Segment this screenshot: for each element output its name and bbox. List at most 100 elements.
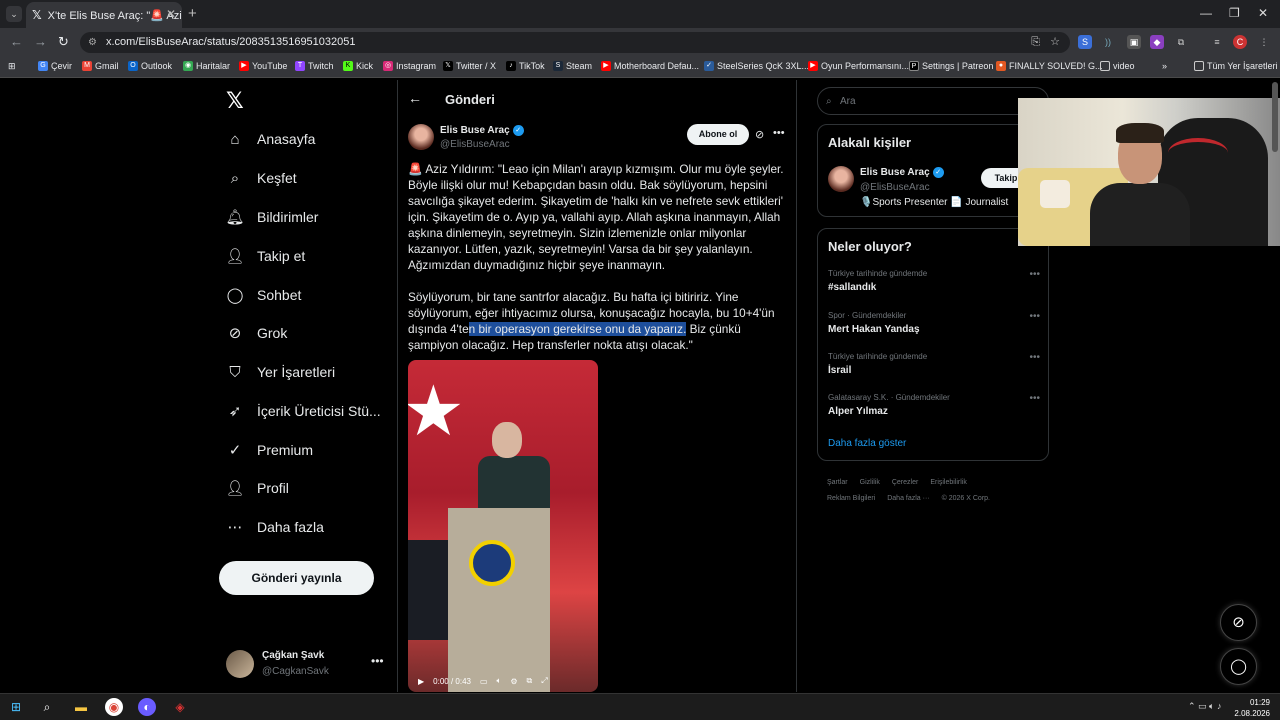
address-bar[interactable]: ⚙ x.com/ElisBuseArac/status/208351351695… xyxy=(80,32,1070,53)
nav-bookmarks[interactable]: ⛉ Yer İşaretleri xyxy=(226,361,335,383)
app-icon[interactable]: ◐ xyxy=(138,698,156,716)
nav-notifications[interactable]: 🔔︎ Bildirimler xyxy=(225,206,318,228)
bookmark-item[interactable]: ♪ TikTok xyxy=(506,61,545,71)
all-bookmarks-folder[interactable]: Tüm Yer İşaretleri xyxy=(1194,61,1278,71)
tab-search-icon[interactable]: ⌄ xyxy=(6,6,22,22)
media-icon[interactable]: ≡ xyxy=(1210,35,1224,49)
menu-icon[interactable]: ⋮ xyxy=(1257,35,1271,49)
trend-item[interactable]: Spor · Gündemdekiler Mert Hakan Yandaş ••• xyxy=(828,311,1040,335)
bookmark-star-icon[interactable]: ☆ xyxy=(1050,32,1060,53)
bookmark-item[interactable]: G Çevir xyxy=(38,61,72,71)
extension2-icon[interactable]: ◆ xyxy=(1150,35,1164,49)
nav-premium[interactable]: ✓ Premium xyxy=(226,439,313,461)
back-icon[interactable]: ← xyxy=(10,34,23,49)
install-icon[interactable]: ⎘ xyxy=(1031,32,1040,53)
back-arrow-icon[interactable]: ← xyxy=(408,90,422,106)
footer-link[interactable]: Şartlar xyxy=(827,479,848,486)
close-tab-icon[interactable]: ✕ xyxy=(166,7,176,21)
site-info-icon[interactable]: ⚙ xyxy=(88,32,97,53)
system-tray[interactable]: ⌃ ▭ 🔈︎ ♪ xyxy=(1188,701,1221,712)
nav-creator-studio[interactable]: ➶ İçerik Üreticisi Stü... xyxy=(226,400,381,422)
post-button[interactable]: Gönderi yayınla xyxy=(219,561,374,595)
more-icon[interactable]: ••• xyxy=(1029,393,1040,404)
forward-icon[interactable]: → xyxy=(34,34,47,49)
trend-item[interactable]: Türkiye tarihinde gündemde İsrail ••• xyxy=(828,352,1040,376)
new-tab-button[interactable]: + xyxy=(188,5,197,22)
bookmark-item[interactable]: ◉ Haritalar xyxy=(183,61,230,71)
browser-tab[interactable]: 𝕏 X'te Elis Buse Araç: "🚨 Aziz Yıld ✕ xyxy=(26,2,182,28)
scrollbar[interactable] xyxy=(1272,82,1278,152)
bookmark-folder[interactable]: video xyxy=(1100,61,1135,71)
footer-link[interactable]: Gizlilik xyxy=(860,479,880,486)
related-name[interactable]: Elis Buse Araç ✓ xyxy=(860,167,944,178)
nav-grok[interactable]: ⊘ Grok xyxy=(226,322,288,344)
bookmark-item[interactable]: S Steam xyxy=(553,61,592,71)
x-logo-icon[interactable]: 𝕏 xyxy=(226,88,244,114)
nav-follow[interactable]: 👤︎ Takip et xyxy=(225,245,305,267)
subscribe-button[interactable]: Abone ol xyxy=(687,124,749,145)
bookmark-item[interactable]: ● FINALLY SOLVED! G... xyxy=(996,61,1103,71)
bookmark-item[interactable]: 𝕏 Twitter / X xyxy=(443,61,496,71)
bookmark-item[interactable]: ▶ Oyun Performansını... xyxy=(808,61,909,71)
footer-link[interactable]: Reklam Bilgileri xyxy=(827,495,875,502)
more-bookmarks-icon[interactable]: » xyxy=(1162,61,1167,71)
profile-avatar-icon[interactable]: C xyxy=(1233,35,1247,49)
more-options-icon[interactable]: ••• xyxy=(773,127,785,139)
grok-icon[interactable]: ⊘ xyxy=(755,128,764,141)
captions-icon[interactable]: ▭ xyxy=(480,677,488,686)
messages-fab-icon[interactable]: ◯ xyxy=(1220,648,1257,685)
more-icon[interactable]: ••• xyxy=(1029,269,1040,280)
bookmark-item[interactable]: P Settings | Patreon xyxy=(909,61,993,71)
minimize-icon[interactable]: — xyxy=(1200,6,1212,20)
search-icon[interactable]: ⌕ xyxy=(38,698,56,716)
file-explorer-icon[interactable]: ▬ xyxy=(72,698,90,716)
reload-icon[interactable]: ↻ xyxy=(58,34,69,50)
nav-explore[interactable]: ⌕ Keşfet xyxy=(226,167,297,189)
settings-icon[interactable]: ⚙ xyxy=(510,677,517,686)
more-icon[interactable]: ••• xyxy=(1029,311,1040,322)
restore-icon[interactable]: ❐ xyxy=(1229,6,1240,20)
more-icon[interactable]: ••• xyxy=(1029,352,1040,363)
search-input[interactable]: ⌕ Ara xyxy=(817,87,1049,115)
close-window-icon[interactable]: ✕ xyxy=(1258,6,1268,20)
bookmark-item[interactable]: ◎ Instagram xyxy=(383,61,436,71)
bookmark-item[interactable]: K Kick xyxy=(343,61,373,71)
clock[interactable]: 01:29 2.08.2026 xyxy=(1234,697,1270,719)
nav-home[interactable]: ⌂ Anasayfa xyxy=(226,128,315,150)
show-more-link[interactable]: Daha fazla göster xyxy=(828,438,906,449)
trend-item[interactable]: Türkiye tarihinde gündemde #sallandık ••• xyxy=(828,269,1040,293)
footer-link[interactable]: Daha fazla ··· xyxy=(887,495,929,502)
bookmark-item[interactable]: ✓ SteelSeries QcK 3XL... xyxy=(704,61,809,71)
audio-icon[interactable]: )) xyxy=(1101,35,1115,49)
app2-icon[interactable]: ◈ xyxy=(171,698,189,716)
bookmark-item[interactable]: ▶ Motherboard Defau... xyxy=(601,61,699,71)
video-player[interactable]: ★ ▶ 0:00 / 0:43 ▭ 🔈︎ ⚙ ⧉ ⤢ xyxy=(408,360,598,692)
nav-more[interactable]: ⋯ Daha fazla xyxy=(226,516,324,538)
bookmark-item[interactable]: O Outlook xyxy=(128,61,172,71)
more-icon[interactable]: ••• xyxy=(371,654,384,668)
fullscreen-icon[interactable]: ⤢ xyxy=(541,676,547,686)
windows-start-icon[interactable]: ⊞ xyxy=(7,698,25,716)
avatar[interactable] xyxy=(828,166,854,192)
bookmark-item[interactable]: ▶ YouTube xyxy=(239,61,287,71)
puzzle-icon[interactable]: ⧉ xyxy=(1174,35,1188,49)
author-name[interactable]: Elis Buse Araç ✓ xyxy=(440,125,524,136)
volume-icon[interactable]: 🔈︎ xyxy=(497,676,502,686)
apps-icon[interactable]: ⊞ xyxy=(8,61,16,72)
trend-item[interactable]: Galatasaray S.K. · Gündemdekiler Alper Yı… xyxy=(828,393,1040,417)
footer-link[interactable]: Çerezler xyxy=(892,479,918,486)
chrome-icon[interactable]: ◉ xyxy=(105,698,123,716)
author-avatar[interactable] xyxy=(408,124,434,150)
nav-chat[interactable]: ◯ Sohbet xyxy=(226,284,302,306)
extension-icon[interactable]: S xyxy=(1078,35,1092,49)
nav-profile[interactable]: 👤︎ Profil xyxy=(225,477,288,499)
bookmark-item[interactable]: T Twitch xyxy=(295,61,334,71)
play-icon[interactable]: ▶ xyxy=(418,677,424,686)
screenshot-icon[interactable]: ▣ xyxy=(1127,35,1141,49)
popout-icon[interactable]: ⧉ xyxy=(527,676,533,686)
bookmark-item[interactable]: M Gmail xyxy=(82,61,119,71)
account-switcher[interactable]: Çağkan Şavk @CagkanSavk ••• xyxy=(226,648,386,682)
author-handle[interactable]: @ElisBuseArac xyxy=(440,139,510,150)
grok-fab-icon[interactable]: ⊘ xyxy=(1220,604,1257,641)
footer-link[interactable]: Erişilebilirlik xyxy=(930,479,967,486)
